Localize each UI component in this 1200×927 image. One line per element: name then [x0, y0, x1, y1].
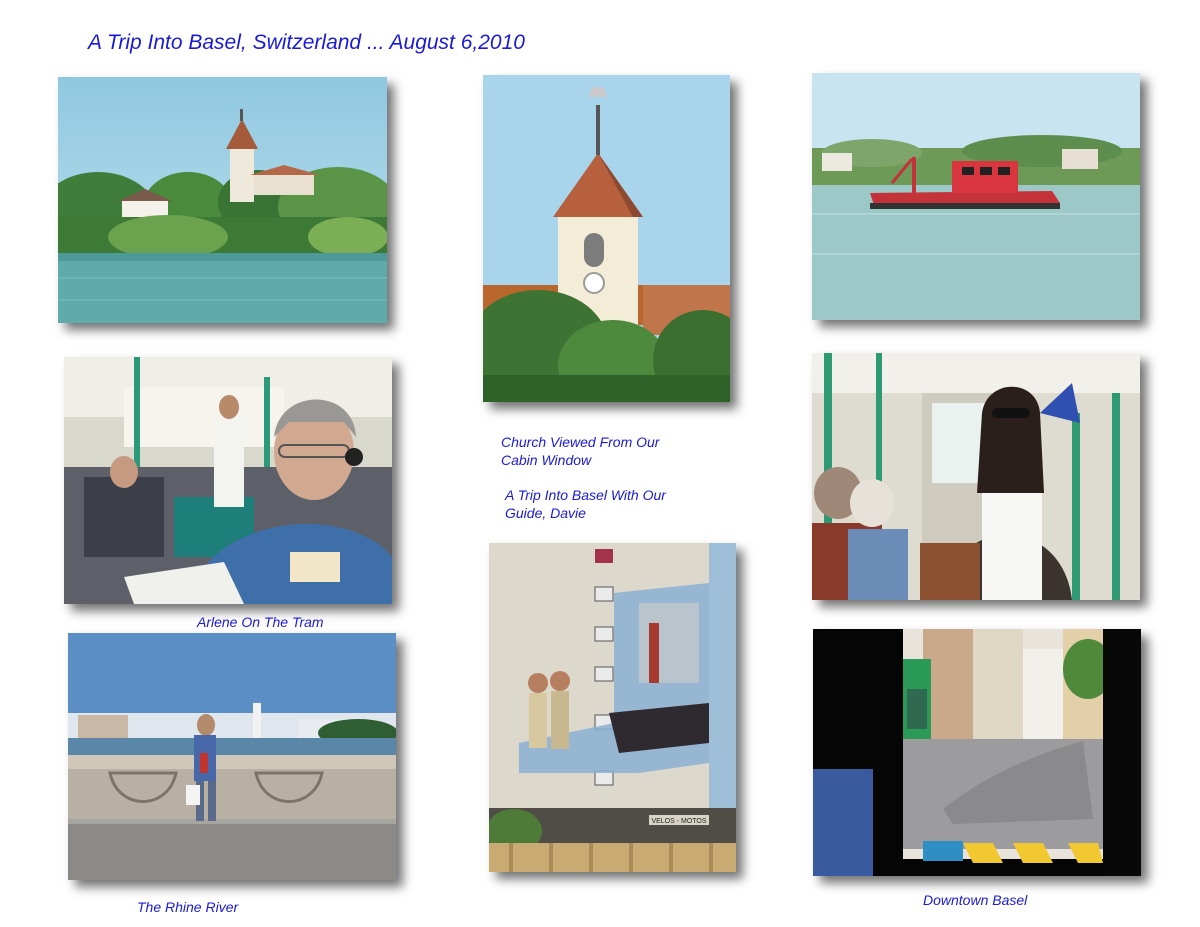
caption-church-line-2: Cabin Window [501, 452, 592, 468]
caption-church-line-1: Church Viewed From Our [501, 434, 660, 450]
photo-red-boat [812, 73, 1140, 320]
photo-arlene-on-tram [64, 357, 392, 604]
caption-guide-line-2: Guide, Davie [505, 505, 586, 521]
photo-church-across-river [58, 77, 387, 323]
caption-guide: A Trip Into Basel With Our Guide, Davie [505, 486, 666, 522]
caption-church: Church Viewed From Our Cabin Window [501, 433, 659, 469]
photo-downtown-basel [813, 629, 1141, 876]
photo-church-closeup [483, 75, 730, 402]
mural-sign-text: VELOS - MOTOS [651, 818, 706, 825]
caption-guide-line-1: A Trip Into Basel With Our [505, 487, 666, 503]
caption-rhine: The Rhine River [137, 899, 239, 915]
caption-tram: Arlene On The Tram [197, 614, 324, 630]
photo-mural-building: VELOS - MOTOS [489, 543, 736, 872]
photo-rhine-bridge [68, 633, 396, 880]
caption-downtown: Downtown Basel [923, 892, 1028, 908]
page-title: A Trip Into Basel, Switzerland ... Augus… [88, 31, 525, 54]
photo-guide-davie [812, 353, 1140, 600]
